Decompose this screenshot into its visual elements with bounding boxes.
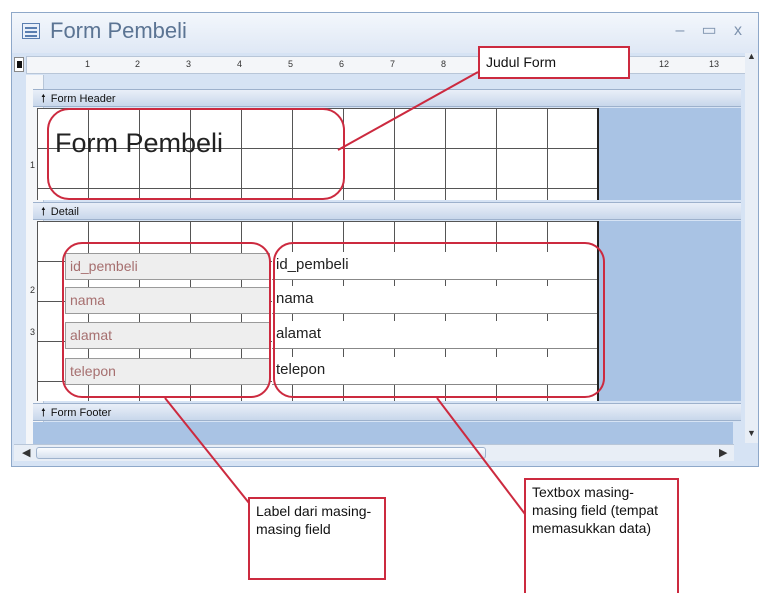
textbox-callout: Textbox masing-masing field (tempat mema… [524, 478, 679, 593]
judul-form-callout: Judul Form [478, 46, 630, 79]
label-callout: Label dari masing-masing field [248, 497, 386, 580]
